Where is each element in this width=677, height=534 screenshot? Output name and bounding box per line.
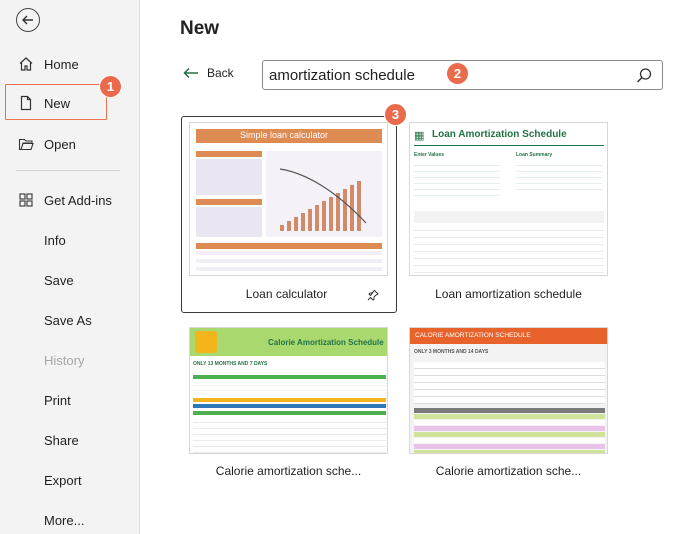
sidebar-item-label: Get Add-ins	[44, 192, 112, 208]
loan-chart-graphic	[279, 168, 367, 231]
template-caption: Calorie amortization sche...	[435, 464, 582, 478]
sidebar-item-open[interactable]: Open	[0, 127, 140, 161]
page-title: New	[180, 18, 220, 39]
sidebar-item-label: History	[44, 352, 85, 368]
sidebar-item-info[interactable]: Info	[0, 223, 140, 257]
left-arrow-icon	[183, 67, 198, 79]
sidebar-item-label: Save	[44, 272, 74, 288]
back-link[interactable]: Back	[183, 66, 234, 80]
sidebar-item-share[interactable]: Share	[0, 423, 140, 457]
sidebar-item-label: Save As	[44, 312, 92, 328]
sidebar-item-history: History	[0, 343, 140, 377]
sidebar-item-label: Share	[44, 432, 79, 448]
home-icon	[17, 55, 35, 73]
step-badge-1: 1	[100, 76, 121, 97]
thumb-right-header: Loan Summary	[516, 152, 553, 158]
template-card-loan-calculator[interactable]: Simple loan calculator Loan calculator	[189, 122, 388, 308]
thumb-title: Calorie Amortization Schedule	[268, 338, 384, 347]
new-highlight-frame	[5, 84, 107, 120]
sidebar-item-home[interactable]: Home	[0, 47, 140, 81]
thumb-title: Simple loan calculator	[240, 130, 329, 140]
sidebar-item-more[interactable]: More...	[0, 503, 140, 534]
open-folder-icon	[17, 135, 35, 153]
addins-grid-icon	[17, 191, 35, 209]
sidebar-item-label: Print	[44, 392, 71, 408]
template-thumbnail: CALORIE AMORTIZATION SCHEDULE ONLY 3 MON…	[409, 327, 608, 454]
sidebar-item-label: Home	[44, 56, 79, 72]
step-badge-3: 3	[385, 104, 406, 125]
template-caption: Loan amortization schedule	[435, 287, 582, 301]
template-caption: Calorie amortization sche...	[215, 464, 362, 478]
pin-icon[interactable]	[367, 288, 379, 306]
sidebar-item-label: Info	[44, 232, 66, 248]
thumb-subtitle: ONLY 3 MONTHS AND 14 DAYS	[414, 349, 489, 355]
template-thumbnail: Simple loan calculator	[189, 122, 388, 276]
template-thumbnail: Calorie Amortization Schedule ONLY 13 MO…	[189, 327, 388, 454]
thumb-title: Loan Amortization Schedule	[432, 129, 567, 140]
template-thumbnail: ▦ Loan Amortization Schedule Enter Value…	[409, 122, 608, 276]
backstage-sidebar: Home New 1 Open Get Add-ins Info Save Sa…	[0, 0, 140, 534]
template-card-calorie-amortization-orange[interactable]: CALORIE AMORTIZATION SCHEDULE ONLY 3 MON…	[409, 327, 608, 513]
search-input[interactable]	[269, 66, 599, 84]
calorie-app-icon	[195, 331, 217, 353]
step-badge-2: 2	[447, 63, 468, 84]
template-card-loan-amortization[interactable]: ▦ Loan Amortization Schedule Enter Value…	[409, 122, 608, 308]
thumb-subtitle: ONLY 13 MONTHS AND 7 DAYS	[193, 361, 268, 367]
sidebar-item-label: More...	[44, 512, 85, 528]
thumb-title: CALORIE AMORTIZATION SCHEDULE	[415, 332, 531, 339]
sidebar-item-save[interactable]: Save	[0, 263, 140, 297]
thumb-logo-icon: ▦	[414, 130, 425, 142]
search-icon[interactable]	[636, 67, 653, 89]
sidebar-item-label: Export	[44, 472, 82, 488]
sidebar-item-label: Open	[44, 136, 76, 152]
sidebar-item-print[interactable]: Print	[0, 383, 140, 417]
back-arrow-icon[interactable]	[16, 8, 40, 32]
thumb-left-header: Enter Values	[414, 152, 445, 158]
back-label: Back	[207, 66, 234, 80]
sidebar-item-get-addins[interactable]: Get Add-ins	[0, 183, 140, 217]
template-caption: Loan calculator	[245, 287, 328, 301]
sidebar-item-save-as[interactable]: Save As	[0, 303, 140, 337]
template-card-calorie-amortization-green[interactable]: Calorie Amortization Schedule ONLY 13 MO…	[189, 327, 388, 513]
sidebar-item-export[interactable]: Export	[0, 463, 140, 497]
sidebar-divider	[16, 170, 120, 171]
